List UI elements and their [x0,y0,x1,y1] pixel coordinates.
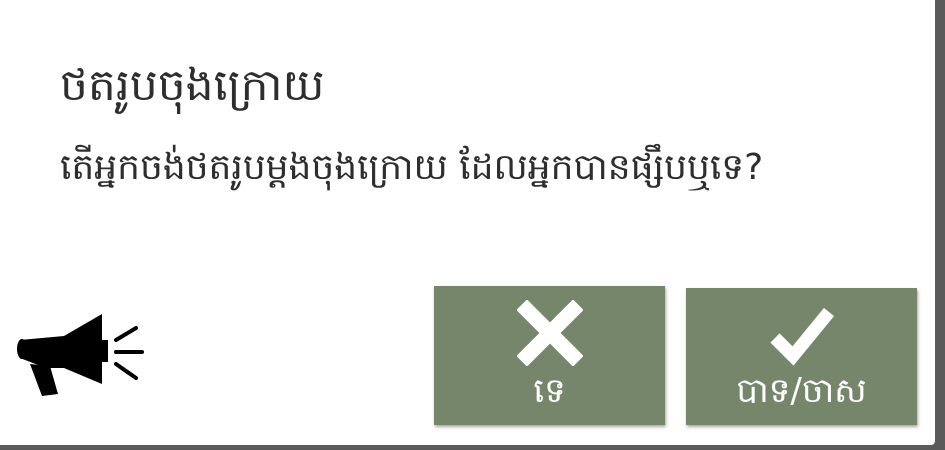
dialog-title: ថតរូបចុងក្រោយ [60,60,325,111]
yes-button-label: បាទ/ចាស [736,371,867,411]
close-x-icon [515,299,584,367]
dialog-message: តើអ្នកចង់ថតរូបម្តងចុងក្រោយ ដែលអ្នកបានផ្ស… [60,147,764,188]
no-button[interactable]: ទេ [434,286,665,425]
checkmark-icon [769,302,835,368]
yes-button[interactable]: បាទ/ចាស [686,288,917,425]
confirm-dialog: ថតរូបចុងក្រោយ តើអ្នកចង់ថតរូបម្តងចុងក្រោយ… [0,0,935,445]
no-button-label: ទេ [533,371,566,411]
megaphone-icon[interactable] [16,310,150,402]
